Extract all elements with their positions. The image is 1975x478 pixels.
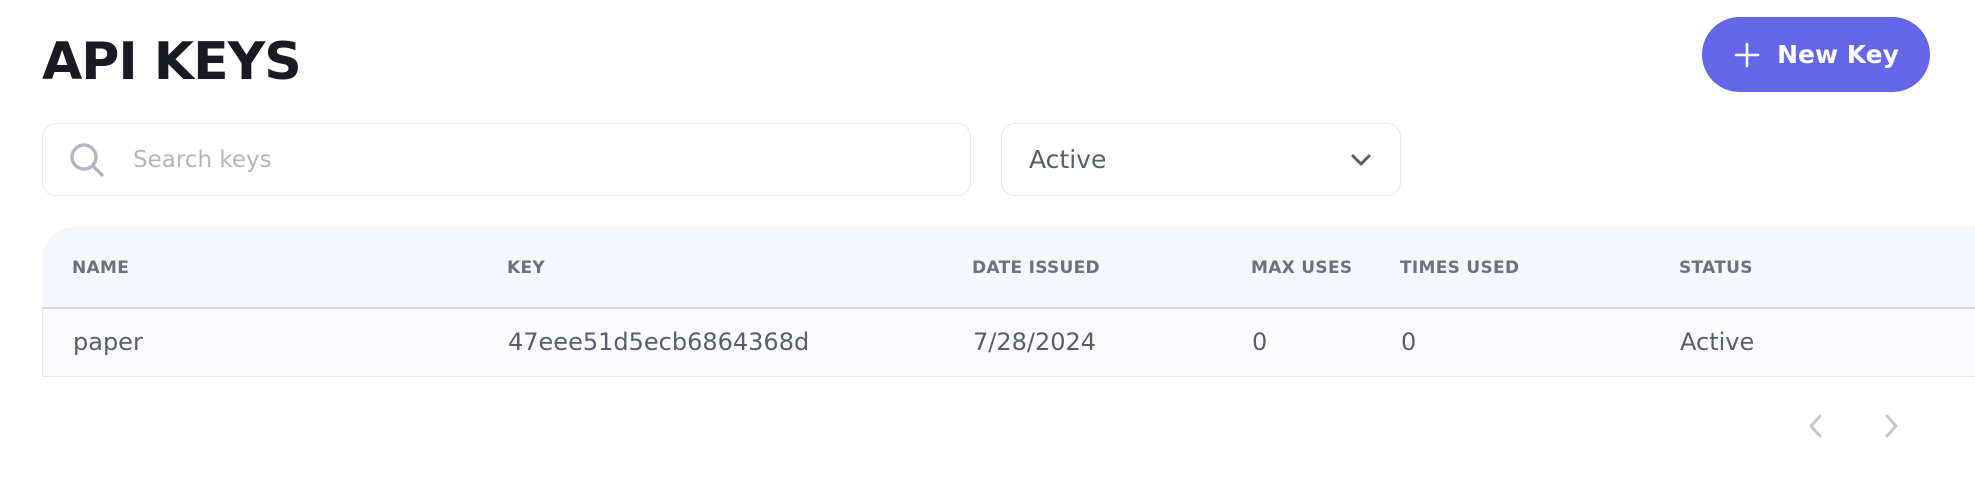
column-header-key: KEY xyxy=(507,258,545,278)
status-filter-select[interactable]: Active xyxy=(1001,123,1401,196)
status-cell: Active xyxy=(1680,328,1755,356)
api-keys-page: API KEYS New Key Active NAME KEY DATE IS… xyxy=(0,0,1975,478)
search-input[interactable] xyxy=(131,145,935,174)
chevron-right-icon[interactable] xyxy=(1876,411,1906,441)
column-header-name: NAME xyxy=(72,258,130,278)
search-box[interactable] xyxy=(42,123,971,196)
new-key-button[interactable]: New Key xyxy=(1702,17,1930,92)
key-name-cell: paper xyxy=(73,328,143,356)
table-header: NAME KEY DATE ISSUED MAX USES TIMES USED… xyxy=(42,227,1975,309)
column-header-date-issued: DATE ISSUED xyxy=(972,258,1100,278)
chevron-left-icon[interactable] xyxy=(1801,411,1831,441)
column-header-times-used: TIMES USED xyxy=(1400,258,1520,278)
table-row[interactable]: paper 47eee51d5ecb6864368d 7/28/2024 0 0… xyxy=(42,309,1975,377)
column-header-max-uses: MAX USES xyxy=(1251,258,1353,278)
key-value-cell: 47eee51d5ecb6864368d xyxy=(508,328,810,356)
max-uses-cell: 0 xyxy=(1252,328,1268,356)
search-icon xyxy=(70,142,104,177)
times-used-cell: 0 xyxy=(1401,328,1417,356)
plus-icon xyxy=(1734,42,1760,67)
api-keys-table: NAME KEY DATE ISSUED MAX USES TIMES USED… xyxy=(42,227,1975,377)
new-key-label: New Key xyxy=(1777,40,1899,69)
status-filter-value: Active xyxy=(1029,145,1107,174)
date-issued-cell: 7/28/2024 xyxy=(973,328,1097,356)
page-title: API KEYS xyxy=(42,32,302,92)
column-header-status: STATUS xyxy=(1679,258,1753,278)
chevron-down-icon xyxy=(1351,154,1371,165)
